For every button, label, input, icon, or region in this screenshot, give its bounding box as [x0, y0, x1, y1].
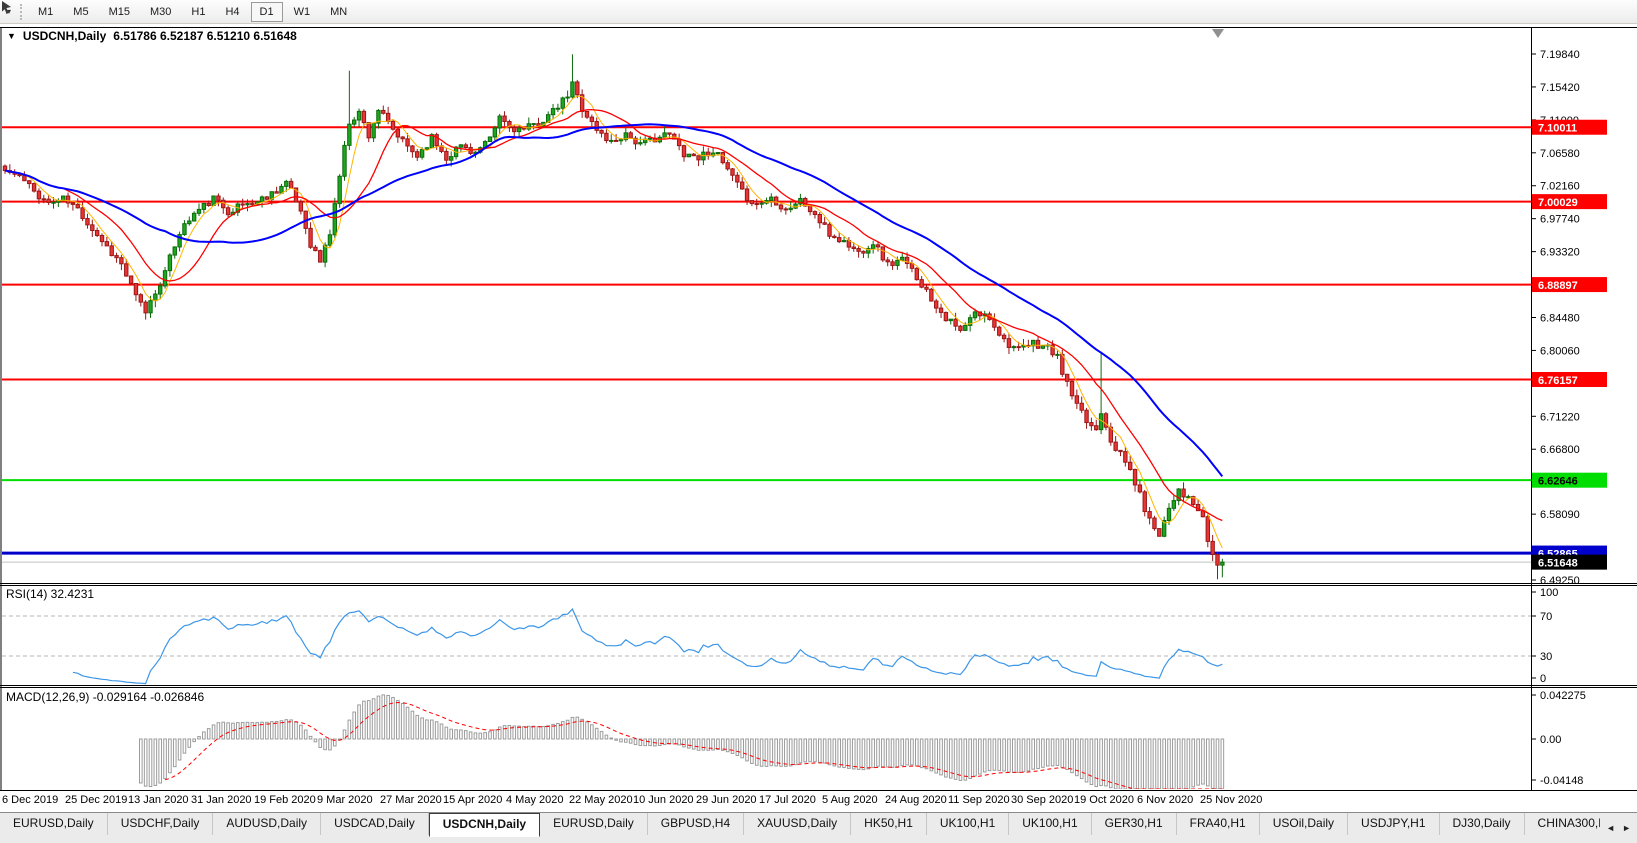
chart-tab-xauusd-7[interactable]: XAUUSD,Daily	[744, 813, 851, 835]
macd-indicator-label: MACD(12,26,9) -0.029164 -0.026846	[6, 690, 204, 704]
timeframe-button-h4[interactable]: H4	[216, 2, 248, 22]
date-label: 24 Aug 2020	[885, 794, 947, 806]
chart-tab-usdcnh-4[interactable]: USDCNH,Daily	[429, 813, 540, 837]
svg-text:6.49250: 6.49250	[1540, 575, 1580, 587]
chart-tab-hk50-8[interactable]: HK50,H1	[851, 813, 927, 835]
chart-tab-eurusd-5[interactable]: EURUSD,Daily	[540, 813, 648, 835]
date-label: 10 Jun 2020	[633, 794, 694, 806]
date-label: 25 Dec 2019	[65, 794, 127, 806]
tab-scroll-left-icon[interactable]: ◄	[1606, 823, 1615, 833]
date-label: 17 Jul 2020	[759, 794, 816, 806]
timeframe-button-m5[interactable]: M5	[64, 2, 97, 22]
toolbar: ▾ M1M5M15M30H1H4D1W1MN	[0, 0, 1637, 24]
horizontal-level-lines[interactable]	[2, 127, 1531, 562]
chart-tabs: EURUSD,DailyUSDCHF,DailyAUDUSD,DailyUSDC…	[0, 813, 1600, 843]
chart-tab-fra40-12[interactable]: FRA40,H1	[1177, 813, 1260, 835]
chart-tab-usdjpy-14[interactable]: USDJPY,H1	[1348, 813, 1439, 835]
chart-tab-audusd-2[interactable]: AUDUSD,Daily	[213, 813, 321, 835]
svg-text:-0.04148: -0.04148	[1540, 775, 1583, 787]
svg-text:7.10011: 7.10011	[1538, 123, 1577, 135]
date-label: 13 Jan 2020	[128, 794, 189, 806]
chart-tab-eurusd-0[interactable]: EURUSD,Daily	[0, 813, 108, 835]
chart-tab-usdcad-3[interactable]: USDCAD,Daily	[321, 813, 429, 835]
timeframe-button-w1[interactable]: W1	[285, 2, 320, 22]
svg-text:6.97740: 6.97740	[1540, 214, 1580, 226]
date-label: 9 Mar 2020	[317, 794, 373, 806]
chart-tab-ger30-11[interactable]: GER30,H1	[1092, 813, 1177, 835]
chart-tab-china300-16[interactable]: CHINA300,H1	[1525, 813, 1601, 835]
date-label: 31 Jan 2020	[191, 794, 252, 806]
date-label: 19 Oct 2020	[1074, 794, 1134, 806]
chart-tab-dj30-15[interactable]: DJ30,Daily	[1440, 813, 1525, 835]
macd-histogram	[140, 695, 1224, 789]
chart-tab-bar: EURUSD,DailyUSDCHF,DailyAUDUSD,DailyUSDC…	[0, 812, 1637, 843]
date-label: 5 Aug 2020	[822, 794, 878, 806]
ohlc-values: 6.51786 6.52187 6.51210 6.51648	[113, 29, 297, 43]
svg-text:6.71220: 6.71220	[1540, 411, 1580, 423]
date-label: 15 Apr 2020	[443, 794, 502, 806]
svg-text:30: 30	[1540, 651, 1552, 663]
toolbar-grip[interactable]	[20, 4, 22, 20]
chart-shift-marker-icon[interactable]	[1212, 29, 1224, 38]
svg-text:6.76157: 6.76157	[1538, 375, 1578, 387]
date-label: 6 Nov 2020	[1137, 794, 1193, 806]
svg-text:6.58090: 6.58090	[1540, 509, 1580, 521]
svg-text:6.66800: 6.66800	[1540, 444, 1580, 456]
rsi-indicator-label: RSI(14) 32.4231	[6, 587, 94, 601]
svg-text:7.00029: 7.00029	[1538, 197, 1578, 209]
chart-tab-usoil-13[interactable]: USOil,Daily	[1260, 813, 1348, 835]
timeframe-buttons: M1M5M15M30H1H4D1W1MN	[28, 2, 357, 22]
date-label: 25 Nov 2020	[1200, 794, 1262, 806]
chart-title: ▼ USDCNH,Daily 6.51786 6.52187 6.51210 6…	[7, 29, 297, 43]
chart-tab-gbpusd-6[interactable]: GBPUSD,H4	[648, 813, 744, 835]
svg-text:6.84480: 6.84480	[1540, 312, 1580, 324]
date-label: 29 Jun 2020	[696, 794, 757, 806]
svg-text:100: 100	[1540, 587, 1558, 599]
timeframe-button-d1[interactable]: D1	[251, 2, 283, 22]
svg-text:6.88897: 6.88897	[1538, 280, 1578, 292]
symbol-label: USDCNH,Daily	[23, 29, 106, 43]
time-axis: 6 Dec 2019 25 Dec 201913 Jan 202031 Jan 2…	[0, 791, 1637, 812]
svg-text:6.93320: 6.93320	[1540, 247, 1580, 259]
date-label: 11 Sep 2020	[948, 794, 1010, 806]
timeframe-button-m1[interactable]: M1	[29, 2, 62, 22]
cursor-icon	[0, 0, 15, 15]
timeframe-button-mn[interactable]: MN	[321, 2, 356, 22]
svg-text:7.02160: 7.02160	[1540, 181, 1580, 193]
svg-text:7.06580: 7.06580	[1540, 148, 1580, 160]
svg-text:6.51648: 6.51648	[1538, 558, 1578, 570]
date-label: 30 Sep 2020	[1011, 794, 1073, 806]
date-label: 22 May 2020	[569, 794, 633, 806]
price-chart-canvas[interactable]: 7.198407.154207.110007.065807.021606.977…	[0, 0, 1637, 842]
rsi-line	[73, 609, 1222, 684]
chart-tab-uk100-9[interactable]: UK100,H1	[927, 813, 1009, 835]
date-label: 6 Dec 2019	[2, 794, 58, 806]
svg-text:7.15420: 7.15420	[1540, 82, 1580, 94]
date-label: 19 Feb 2020	[254, 794, 316, 806]
svg-text:6.62646: 6.62646	[1538, 476, 1578, 488]
svg-text:0.00: 0.00	[1540, 734, 1561, 746]
svg-text:0: 0	[1540, 673, 1546, 685]
tab-scroll-right-icon[interactable]: ►	[1622, 823, 1631, 833]
svg-text:70: 70	[1540, 611, 1552, 623]
date-label: 27 Mar 2020	[380, 794, 442, 806]
chart-tab-uk100-10[interactable]: UK100,H1	[1009, 813, 1091, 835]
timeframe-button-h1[interactable]: H1	[182, 2, 214, 22]
timeframe-button-m15[interactable]: M15	[100, 2, 139, 22]
svg-text:7.19840: 7.19840	[1540, 49, 1580, 61]
cursor-tool-button[interactable]: ▾	[0, 0, 18, 23]
svg-text:6.80060: 6.80060	[1540, 345, 1580, 357]
timeframe-button-m30[interactable]: M30	[141, 2, 180, 22]
chart-tab-usdchf-1[interactable]: USDCHF,Daily	[108, 813, 214, 835]
date-label: 4 May 2020	[506, 794, 563, 806]
svg-text:0.042275: 0.042275	[1540, 690, 1586, 702]
collapse-arrow-icon[interactable]: ▼	[7, 31, 16, 41]
candlestick-series[interactable]	[3, 54, 1224, 579]
